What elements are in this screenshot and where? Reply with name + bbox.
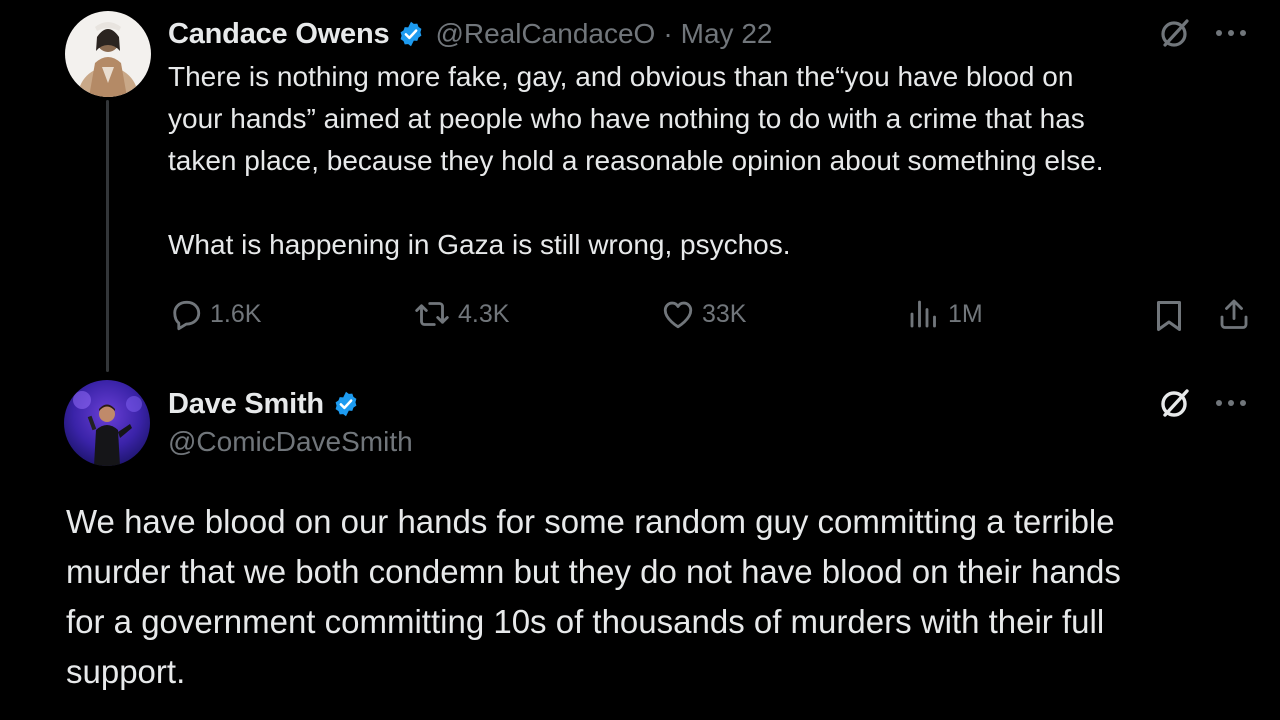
- more-dots-icon[interactable]: [1214, 28, 1248, 38]
- tweet2-top-actions: [1158, 386, 1248, 420]
- author-name[interactable]: Candace Owens: [168, 18, 390, 51]
- author-handle[interactable]: @ComicDaveSmith: [168, 426, 413, 458]
- tweet1-top-actions: [1158, 16, 1248, 50]
- repost-button[interactable]: 4.3K: [412, 296, 509, 332]
- verified-badge-icon[interactable]: [397, 20, 425, 48]
- tweet1-line: What is happening in Gaza is still wrong…: [168, 229, 791, 260]
- tweet1-text: There is nothing more fake, gay, and obv…: [168, 56, 1268, 266]
- tweet2-line: murder that we both condemn but they do …: [66, 553, 1121, 590]
- share-icon: [1220, 299, 1248, 329]
- bookmark-button[interactable]: [1153, 298, 1185, 334]
- heart-icon: [663, 301, 693, 329]
- tweet2-line: We have blood on our hands for some rand…: [66, 503, 1115, 540]
- reply-icon: [173, 300, 201, 331]
- more-dots-icon[interactable]: [1214, 398, 1248, 408]
- verified-badge-icon[interactable]: [332, 390, 360, 418]
- dave-avatar[interactable]: [64, 380, 150, 466]
- candace-avatar[interactable]: [65, 11, 151, 97]
- tweet1-line: There is nothing more fake, gay, and obv…: [168, 61, 1074, 92]
- tweet2-text: We have blood on our hands for some rand…: [66, 497, 1266, 697]
- tweet-date[interactable]: May 22: [681, 18, 773, 50]
- thread-view: Candace Owens @RealCandaceO · May 22 The…: [0, 0, 1280, 720]
- views-chart-icon: [910, 300, 936, 328]
- grok-icon[interactable]: [1158, 16, 1192, 50]
- repost-count: 4.3K: [458, 299, 510, 328]
- repost-icon: [415, 302, 449, 326]
- share-button[interactable]: [1216, 296, 1252, 332]
- bookmark-icon: [1157, 301, 1181, 331]
- tweet2-line: for a government committing 10s of thous…: [66, 603, 1105, 640]
- views-count: 1M: [948, 299, 983, 328]
- like-count: 33K: [702, 299, 747, 328]
- like-button[interactable]: 33K: [660, 296, 746, 332]
- tweet1-line: your hands” aimed at people who have not…: [168, 103, 1085, 134]
- views-button[interactable]: 1M: [906, 296, 983, 332]
- tweet1-line: taken place, because they hold a reasona…: [168, 145, 1104, 176]
- reply-count: 1.6K: [210, 299, 262, 328]
- separator-dot: ·: [663, 18, 673, 49]
- grok-icon[interactable]: [1158, 386, 1192, 420]
- tweet2-line: support.: [66, 653, 186, 690]
- tweet2-header: Dave Smith: [168, 384, 360, 424]
- thread-connector-line: [106, 100, 109, 372]
- author-name[interactable]: Dave Smith: [168, 388, 324, 421]
- author-handle[interactable]: @RealCandaceO: [435, 18, 655, 50]
- reply-button[interactable]: 1.6K: [168, 296, 261, 332]
- tweet1-header: Candace Owens @RealCandaceO · May 22: [168, 14, 772, 54]
